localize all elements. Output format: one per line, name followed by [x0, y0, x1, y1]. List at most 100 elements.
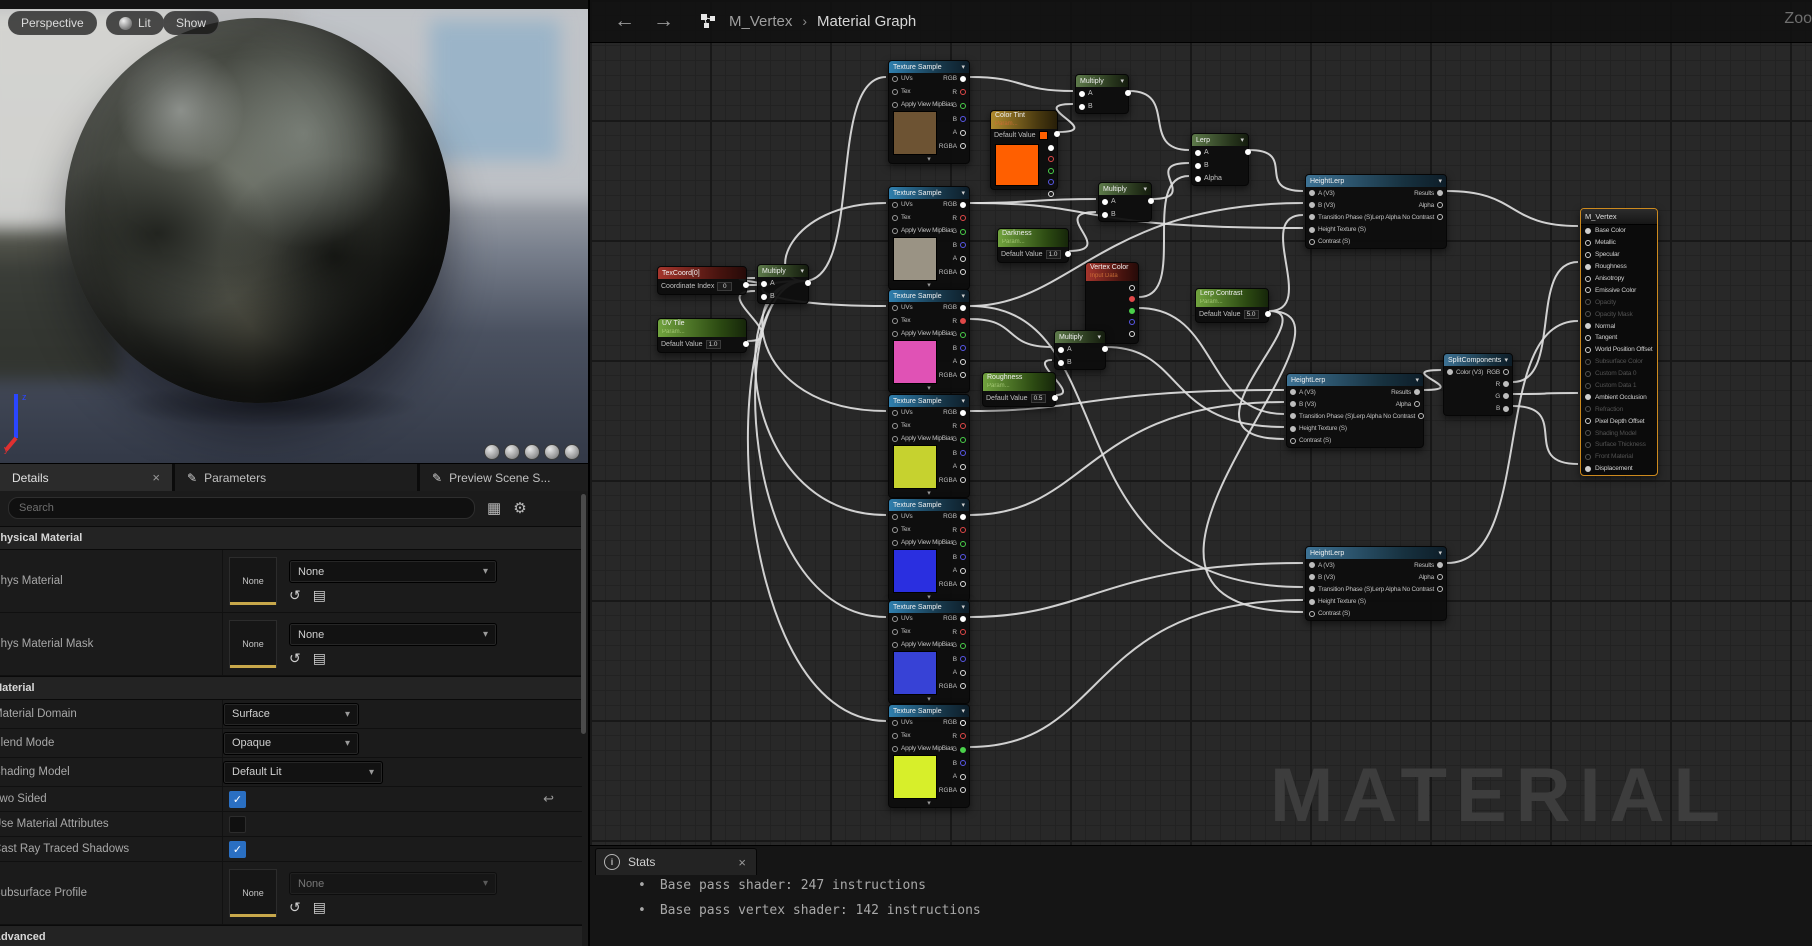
input-pin-tex[interactable]: [892, 527, 898, 533]
collapse-chevron-icon[interactable]: ▾: [927, 695, 931, 703]
input-pin-transition-phase-s[interactable]: [1309, 586, 1315, 592]
input-pin-tex[interactable]: [892, 215, 898, 221]
input-pin-uvs[interactable]: [892, 410, 898, 416]
asset-thumbnail[interactable]: None: [229, 557, 277, 605]
input-pin-uvs[interactable]: [892, 616, 898, 622]
input-pin-a[interactable]: [1195, 150, 1201, 156]
tab-preview-scene-settings[interactable]: ✎ Preview Scene S...: [420, 464, 588, 491]
input-pin-tex[interactable]: [892, 423, 898, 429]
input-pin-emissive-color[interactable]: [1585, 287, 1591, 293]
output-pin-r[interactable]: [960, 89, 966, 95]
input-pin-tex[interactable]: [892, 733, 898, 739]
input-pin-b[interactable]: [1102, 212, 1108, 218]
output-pin[interactable]: [1048, 145, 1054, 151]
use-material-attributes-checkbox[interactable]: [229, 816, 246, 833]
output-pin-b[interactable]: [960, 760, 966, 766]
node-texture-sample-ts1[interactable]: Texture Sample▾UVsTexApply View MipBiasR…: [888, 60, 970, 164]
input-pin-apply-view-mipbias[interactable]: [892, 228, 898, 234]
output-pin[interactable]: [1265, 311, 1271, 317]
node-texture-sample-ts4[interactable]: Texture Sample▾UVsTexApply View MipBiasR…: [888, 394, 970, 498]
input-pin-a-v3[interactable]: [1290, 389, 1296, 395]
value-box[interactable]: 1.0: [1046, 250, 1061, 259]
node-multiply-mul_b[interactable]: Multiply▾AB: [1075, 74, 1129, 114]
input-pin-b[interactable]: [1079, 104, 1085, 110]
output-pin-rgba[interactable]: [960, 787, 966, 793]
chevron-down-icon[interactable]: ▾: [961, 603, 965, 611]
output-pin[interactable]: [1148, 198, 1154, 204]
output-pin-g[interactable]: [960, 747, 966, 753]
output-pin[interactable]: [1102, 346, 1108, 352]
chevron-down-icon[interactable]: ▾: [1097, 333, 1101, 341]
node-texture-sample-ts2[interactable]: Texture Sample▾UVsTexApply View MipBiasR…: [888, 186, 970, 290]
output-pin-r[interactable]: [960, 527, 966, 533]
input-pin-base-color[interactable]: [1585, 228, 1591, 234]
output-pin-rgb[interactable]: [960, 410, 966, 416]
input-pin-opacity[interactable]: [1585, 299, 1591, 305]
input-pin-b-v3[interactable]: [1309, 574, 1315, 580]
property-matrix-icon[interactable]: ▦: [487, 499, 501, 517]
node-multiply-mul_d[interactable]: Multiply▾AB: [1054, 330, 1106, 370]
output-pin[interactable]: [1054, 131, 1060, 137]
details-scrollbar[interactable]: [581, 494, 586, 734]
blend-mode-dropdown[interactable]: Opaque▾: [223, 732, 359, 755]
node-lerp-contrast-lerpcontrast[interactable]: Lerp ContrastParam...Default Value5.0: [1195, 288, 1269, 323]
node-splitcomponents-split[interactable]: SplitComponents▾Color (V3)RGBRGB: [1443, 353, 1513, 416]
node-roughness-roughness[interactable]: RoughnessParam...Default Value0.5: [982, 372, 1056, 407]
node-heightlerp-hl2[interactable]: HeightLerp▾A (V3)ResultsB (V3)AlphaTrans…: [1286, 373, 1424, 448]
input-pin-apply-view-mipbias[interactable]: [892, 642, 898, 648]
input-pin-contrast-s[interactable]: [1309, 611, 1315, 617]
settings-gear-icon[interactable]: ⚙: [513, 499, 526, 517]
output-pin[interactable]: [1125, 90, 1131, 96]
preview-shape-cylinder-button[interactable]: [484, 444, 500, 460]
chevron-down-icon[interactable]: ▾: [1240, 136, 1244, 144]
input-pin-surface-thickness[interactable]: [1585, 442, 1591, 448]
input-pin-roughness[interactable]: [1585, 264, 1591, 270]
preview-shape-custom-button[interactable]: [564, 444, 580, 460]
chevron-down-icon[interactable]: ▾: [800, 267, 804, 275]
chevron-down-icon[interactable]: ▾: [1438, 549, 1442, 557]
input-pin-custom-data-0[interactable]: [1585, 371, 1591, 377]
input-pin-apply-view-mipbias[interactable]: [892, 102, 898, 108]
output-pin-b[interactable]: [960, 450, 966, 456]
input-pin-shading-model[interactable]: [1585, 430, 1591, 436]
node-texcoord-0-texcoord[interactable]: TexCoord[0]Coordinate Index0: [657, 266, 747, 295]
reset-to-default-icon[interactable]: ↩: [543, 791, 554, 807]
output-pin[interactable]: [1129, 308, 1135, 314]
input-pin-height-texture-s[interactable]: [1309, 599, 1315, 605]
output-pin-r[interactable]: [960, 629, 966, 635]
input-pin-height-texture-s[interactable]: [1309, 227, 1315, 233]
output-pin[interactable]: [1048, 191, 1054, 197]
input-pin-contrast-s[interactable]: [1309, 239, 1315, 245]
output-pin-rgba[interactable]: [960, 269, 966, 275]
input-pin-tex[interactable]: [892, 629, 898, 635]
input-pin-uvs[interactable]: [892, 514, 898, 520]
input-pin-tex[interactable]: [892, 89, 898, 95]
cast-ray-traced-shadows-checkbox[interactable]: ✓: [229, 841, 246, 858]
input-pin-uvs[interactable]: [892, 305, 898, 311]
input-pin-specular[interactable]: [1585, 252, 1591, 258]
asset-dropdown[interactable]: None▾: [289, 560, 497, 583]
browse-asset-icon[interactable]: ▤: [313, 900, 326, 914]
output-pin-g[interactable]: [1503, 393, 1509, 399]
perspective-button[interactable]: Perspective: [8, 11, 97, 35]
output-pin[interactable]: [1129, 319, 1135, 325]
chevron-down-icon[interactable]: ▾: [1415, 376, 1419, 384]
use-selected-icon[interactable]: ↺: [289, 651, 301, 665]
node-lerp-lerp1[interactable]: Lerp▾ABAlpha: [1191, 133, 1249, 186]
node-heightlerp-hl1[interactable]: HeightLerp▾A (V3)ResultsB (V3)AlphaTrans…: [1305, 174, 1447, 249]
input-pin-alpha[interactable]: [1195, 176, 1201, 182]
chevron-down-icon[interactable]: ▾: [961, 189, 965, 197]
browse-asset-icon[interactable]: ▤: [313, 651, 326, 665]
texture-thumbnail[interactable]: [893, 340, 937, 384]
input-pin-normal[interactable]: [1585, 323, 1591, 329]
show-menu-button[interactable]: Show: [163, 11, 219, 35]
output-pin-alpha[interactable]: [1437, 202, 1443, 208]
value-box[interactable]: 1.0: [706, 340, 721, 349]
chevron-down-icon[interactable]: ▾: [1120, 77, 1124, 85]
node-multiply-mul_c[interactable]: Multiply▾AB: [1098, 182, 1152, 222]
use-selected-icon[interactable]: ↺: [289, 588, 301, 602]
texture-thumbnail[interactable]: [893, 651, 937, 695]
node-heightlerp-hl3[interactable]: HeightLerp▾A (V3)ResultsB (V3)AlphaTrans…: [1305, 546, 1447, 621]
output-pin-results[interactable]: [1437, 562, 1443, 568]
collapse-chevron-icon[interactable]: ▾: [927, 281, 931, 289]
